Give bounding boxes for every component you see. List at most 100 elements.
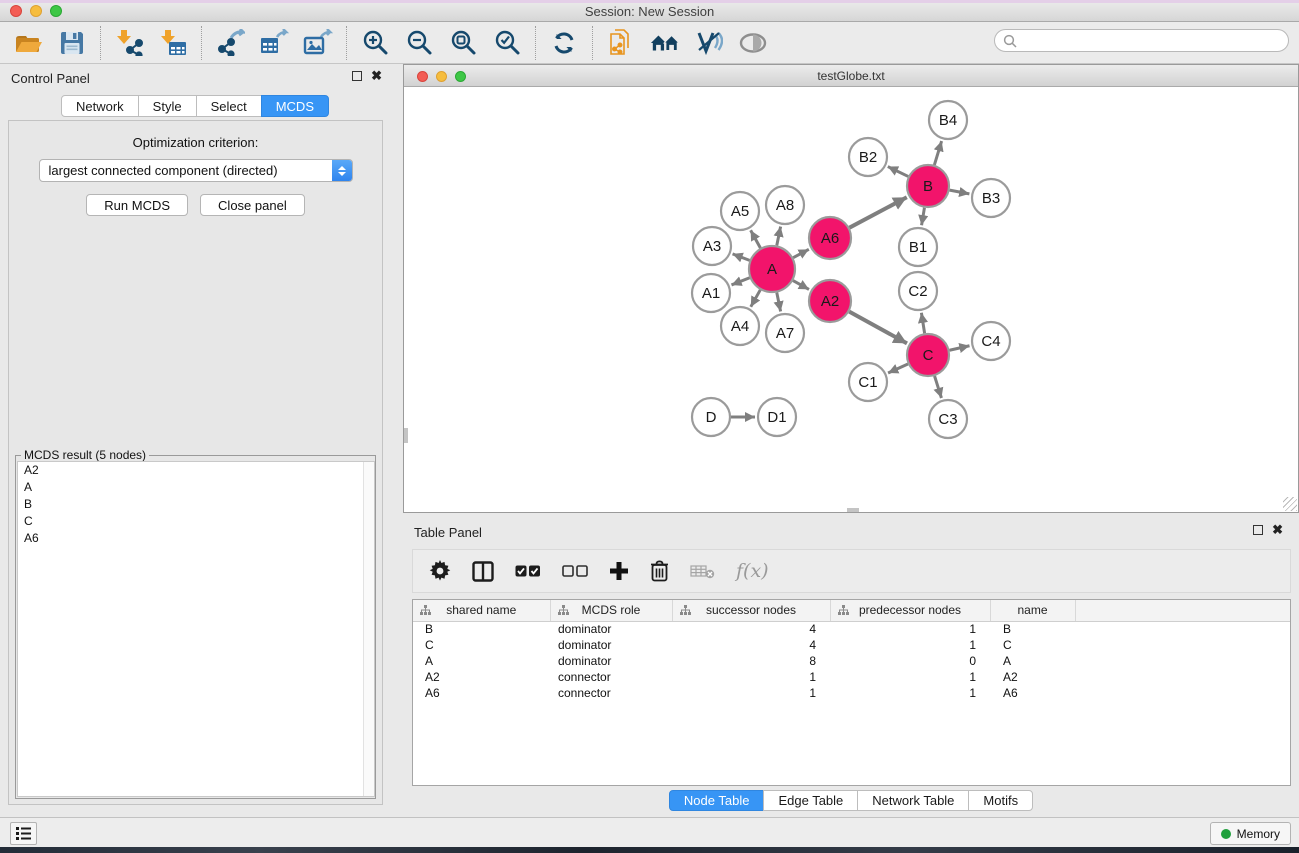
window-titlebar[interactable]: Session: New Session (0, 0, 1299, 22)
tab-network-table[interactable]: Network Table (857, 790, 969, 811)
table-cell[interactable]: A2 (413, 669, 550, 685)
select-all-checkboxes-icon[interactable] (515, 565, 541, 578)
column-header-shared-name[interactable]: shared name (413, 600, 550, 621)
graph-edge-B-B3[interactable] (950, 190, 970, 194)
column-header-successor-nodes[interactable]: successor nodes (672, 600, 830, 621)
search-field[interactable] (994, 29, 1289, 52)
graph-edge-A-A3[interactable] (733, 254, 750, 261)
network-graph[interactable]: AA1A2A3A4A5A6A7A8BB1B2B3B4CC1C2C3C4DD1 (404, 87, 1298, 512)
network-canvas[interactable]: AA1A2A3A4A5A6A7A8BB1B2B3B4CC1C2C3C4DD1 (404, 87, 1298, 512)
tab-mcds[interactable]: MCDS (261, 95, 329, 117)
graph-edge-B-B4[interactable] (934, 141, 941, 165)
graph-edge-A-A1[interactable] (731, 278, 749, 285)
tab-motifs[interactable]: Motifs (968, 790, 1033, 811)
table-cell[interactable]: A6 (990, 685, 1075, 701)
hide-visual-mapping-icon[interactable] (694, 29, 724, 57)
network-window-titlebar[interactable]: testGlobe.txt (404, 65, 1298, 87)
float-panel-icon[interactable] (352, 71, 362, 81)
graph-edge-A6-B[interactable] (849, 197, 906, 227)
column-header-name[interactable]: name (990, 600, 1075, 621)
graph-edge-B-B2[interactable] (888, 167, 908, 177)
export-network-icon[interactable] (215, 29, 245, 57)
column-header-predecessor-nodes[interactable]: predecessor nodes (830, 600, 990, 621)
memory-button[interactable]: Memory (1210, 822, 1291, 845)
table-row[interactable]: Bdominator41B (413, 621, 1290, 637)
table-cell[interactable]: dominator (550, 621, 672, 637)
graph-edge-A-A4[interactable] (751, 290, 760, 307)
table-cell[interactable]: A (990, 653, 1075, 669)
search-input[interactable] (1022, 34, 1280, 48)
criterion-dropdown[interactable]: largest connected component (directed) (39, 159, 353, 182)
graph-edge-A-A2[interactable] (793, 281, 809, 290)
save-session-icon[interactable] (57, 29, 87, 57)
function-builder-icon[interactable]: f(x) (736, 560, 769, 582)
graph-edge-B-B1[interactable] (922, 208, 925, 226)
table-close-panel-icon[interactable]: ✖ (1272, 525, 1283, 535)
tab-edge-table[interactable]: Edge Table (763, 790, 858, 811)
delete-column-trash-icon[interactable] (650, 560, 669, 582)
tab-select[interactable]: Select (196, 95, 262, 117)
column-view-icon[interactable] (472, 561, 494, 582)
graph-edge-C-C3[interactable] (935, 376, 942, 398)
export-table-icon[interactable] (259, 29, 289, 57)
mcds-result-item[interactable]: B (18, 496, 374, 513)
open-file-icon[interactable] (13, 29, 43, 57)
table-cell[interactable]: 1 (830, 685, 990, 701)
graph-edge-C-C1[interactable] (888, 364, 908, 373)
table-cell[interactable]: 1 (830, 637, 990, 653)
mcds-result-item[interactable]: C (18, 513, 374, 530)
graph-edge-A-A6[interactable] (793, 249, 809, 257)
table-cell[interactable]: C (990, 637, 1075, 653)
table-row[interactable]: A2connector11A2 (413, 669, 1290, 685)
window-resize-grip[interactable] (1283, 497, 1297, 511)
zoom-out-icon[interactable] (404, 29, 434, 57)
network-document-icon[interactable] (606, 29, 636, 57)
table-cell[interactable]: 4 (672, 621, 830, 637)
import-table-icon[interactable] (158, 29, 188, 57)
show-log-console-button[interactable] (10, 822, 37, 845)
table-cell[interactable]: 4 (672, 637, 830, 653)
close-panel-icon[interactable]: ✖ (371, 71, 382, 81)
zoom-fit-icon[interactable] (448, 29, 478, 57)
table-header-row[interactable]: shared name MCDS role successor nodes pr… (413, 600, 1290, 621)
table-cell[interactable]: A2 (990, 669, 1075, 685)
mcds-result-item[interactable]: A2 (18, 462, 374, 479)
tab-style[interactable]: Style (138, 95, 197, 117)
graph-edge-A2-C[interactable] (849, 312, 907, 344)
table-cell[interactable]: 1 (830, 621, 990, 637)
table-cell[interactable]: 1 (672, 669, 830, 685)
table-cell[interactable]: 1 (672, 685, 830, 701)
table-row[interactable]: A6connector11A6 (413, 685, 1290, 701)
table-cell[interactable]: B (413, 621, 550, 637)
table-row[interactable]: Adominator80A (413, 653, 1290, 669)
mcds-result-item[interactable]: A6 (18, 530, 374, 547)
table-cell[interactable]: dominator (550, 653, 672, 669)
table-row[interactable]: Cdominator41C (413, 637, 1290, 653)
table-cell[interactable]: B (990, 621, 1075, 637)
delete-table-icon[interactable] (690, 563, 715, 579)
table-cell[interactable]: 1 (830, 669, 990, 685)
table-cell[interactable]: 0 (830, 653, 990, 669)
canvas-vertical-scrollbar[interactable] (404, 428, 408, 443)
close-panel-button[interactable]: Close panel (200, 194, 305, 216)
table-cell[interactable]: dominator (550, 637, 672, 653)
graph-edge-C-C4[interactable] (949, 346, 969, 350)
node-table[interactable]: shared name MCDS role successor nodes pr… (412, 599, 1291, 786)
home-networks-icon[interactable] (650, 29, 680, 57)
refresh-view-icon[interactable] (549, 29, 579, 57)
gear-icon[interactable] (429, 560, 451, 582)
mcds-result-item[interactable]: A (18, 479, 374, 496)
zoom-selected-icon[interactable] (492, 29, 522, 57)
table-cell[interactable]: A6 (413, 685, 550, 701)
zoom-in-icon[interactable] (360, 29, 390, 57)
graph-edge-A-A5[interactable] (751, 230, 761, 248)
import-network-icon[interactable] (114, 29, 144, 57)
table-cell[interactable]: connector (550, 685, 672, 701)
add-column-icon[interactable] (609, 561, 629, 581)
run-mcds-button[interactable]: Run MCDS (86, 194, 188, 216)
table-cell[interactable]: C (413, 637, 550, 653)
tab-node-table[interactable]: Node Table (669, 790, 765, 811)
graph-edge-A-A7[interactable] (777, 293, 781, 312)
canvas-horizontal-scrollbar[interactable] (847, 508, 859, 512)
table-cell[interactable]: connector (550, 669, 672, 685)
